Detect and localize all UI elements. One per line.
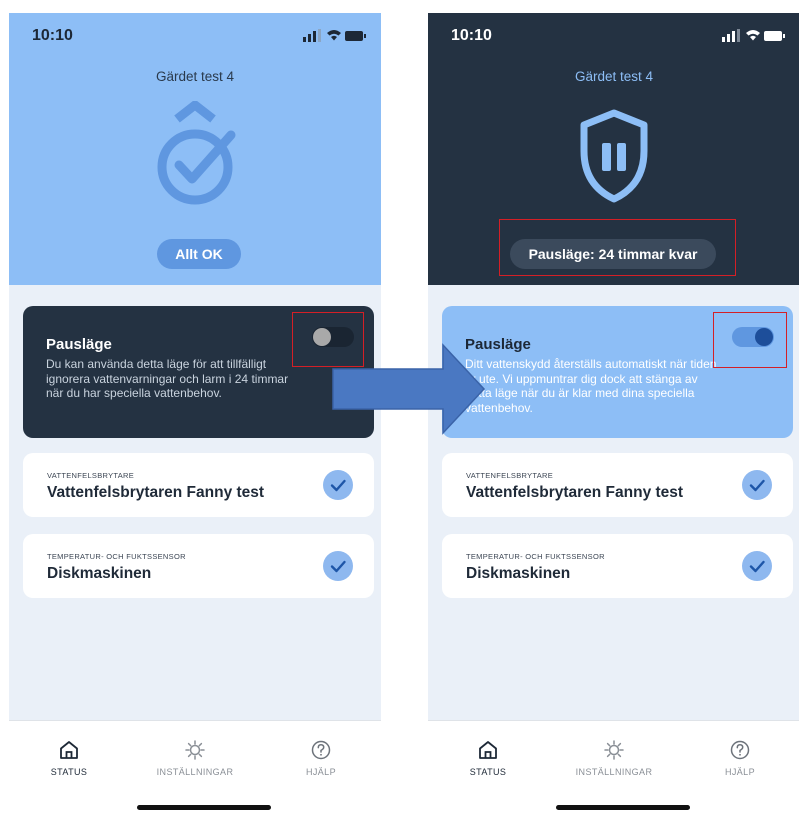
pause-mode-description: Ditt vattenskydd återställs automatiskt … (465, 357, 717, 415)
status-time: 10:10 (32, 27, 73, 44)
device-category: TEMPERATUR- OCH FUKTSSENSOR (466, 552, 605, 561)
device-card[interactable]: VATTENFELSBRYTARE Vattenfelsbrytaren Fan… (23, 453, 374, 517)
device-name: Vattenfelsbrytaren Fanny test (47, 484, 265, 501)
highlight-box-toggle-on (713, 312, 787, 368)
check-icon (742, 470, 772, 500)
help-icon (730, 740, 750, 760)
home-icon (479, 741, 497, 759)
device-name: Diskmaskinen (47, 565, 152, 582)
home-indicator (556, 805, 690, 810)
tab-status[interactable]: STATUS (9, 739, 129, 777)
device-category: TEMPERATUR- OCH FUKTSSENSOR (47, 552, 186, 561)
pause-mode-description: Du kan använda detta läge för att tillfä… (46, 357, 289, 400)
phone-screen-normal: 10:10 Gärdet test 4 Allt OK Pausläge Du … (9, 13, 381, 819)
status-badge: Allt OK (157, 239, 241, 269)
tab-label: STATUS (50, 767, 88, 777)
device-card[interactable]: TEMPERATUR- OCH FUKTSSENSOR Diskmaskinen (442, 534, 793, 598)
arrow-right-icon (332, 343, 486, 435)
device-card[interactable]: TEMPERATUR- OCH FUKTSSENSOR Diskmaskinen (23, 534, 374, 598)
highlight-box-pause-badge (499, 219, 736, 276)
device-name: Vattenfelsbrytaren Fanny test (466, 484, 684, 501)
tab-status[interactable]: STATUS (428, 739, 548, 777)
tab-label: HJÄLP (724, 767, 755, 777)
gear-icon (604, 740, 624, 760)
tab-help[interactable]: HJÄLP (261, 739, 381, 777)
location-name: Gärdet test 4 (574, 69, 654, 84)
status-time: 10:10 (451, 27, 492, 44)
status-bar-icons (303, 29, 366, 42)
location-name: Gärdet test 4 (155, 69, 235, 84)
check-icon (323, 470, 353, 500)
tab-label: HJÄLP (305, 767, 336, 777)
device-name: Diskmaskinen (466, 565, 571, 582)
device-category: VATTENFELSBRYTARE (47, 471, 135, 480)
tab-help[interactable]: HJÄLP (680, 739, 799, 777)
check-icon (742, 551, 772, 581)
home-icon (60, 741, 78, 759)
tab-settings[interactable]: INSTÄLLNINGAR (135, 739, 255, 777)
device-card[interactable]: VATTENFELSBRYTARE Vattenfelsbrytaren Fan… (442, 453, 793, 517)
pause-mode-title: Pausläge (46, 336, 112, 353)
gear-icon (185, 740, 205, 760)
check-icon (323, 551, 353, 581)
status-header: 10:10 Gärdet test 4 Allt OK (9, 13, 381, 285)
tab-label: STATUS (469, 767, 507, 777)
help-icon (311, 740, 331, 760)
device-category: VATTENFELSBRYTARE (466, 471, 554, 480)
home-indicator (137, 805, 271, 810)
shield-pause-icon (580, 109, 648, 203)
status-bar-icons (722, 29, 785, 42)
tab-settings[interactable]: INSTÄLLNINGAR (554, 739, 674, 777)
tab-label: INSTÄLLNINGAR (156, 767, 234, 777)
tab-label: INSTÄLLNINGAR (575, 767, 653, 777)
shield-check-icon (157, 101, 236, 205)
